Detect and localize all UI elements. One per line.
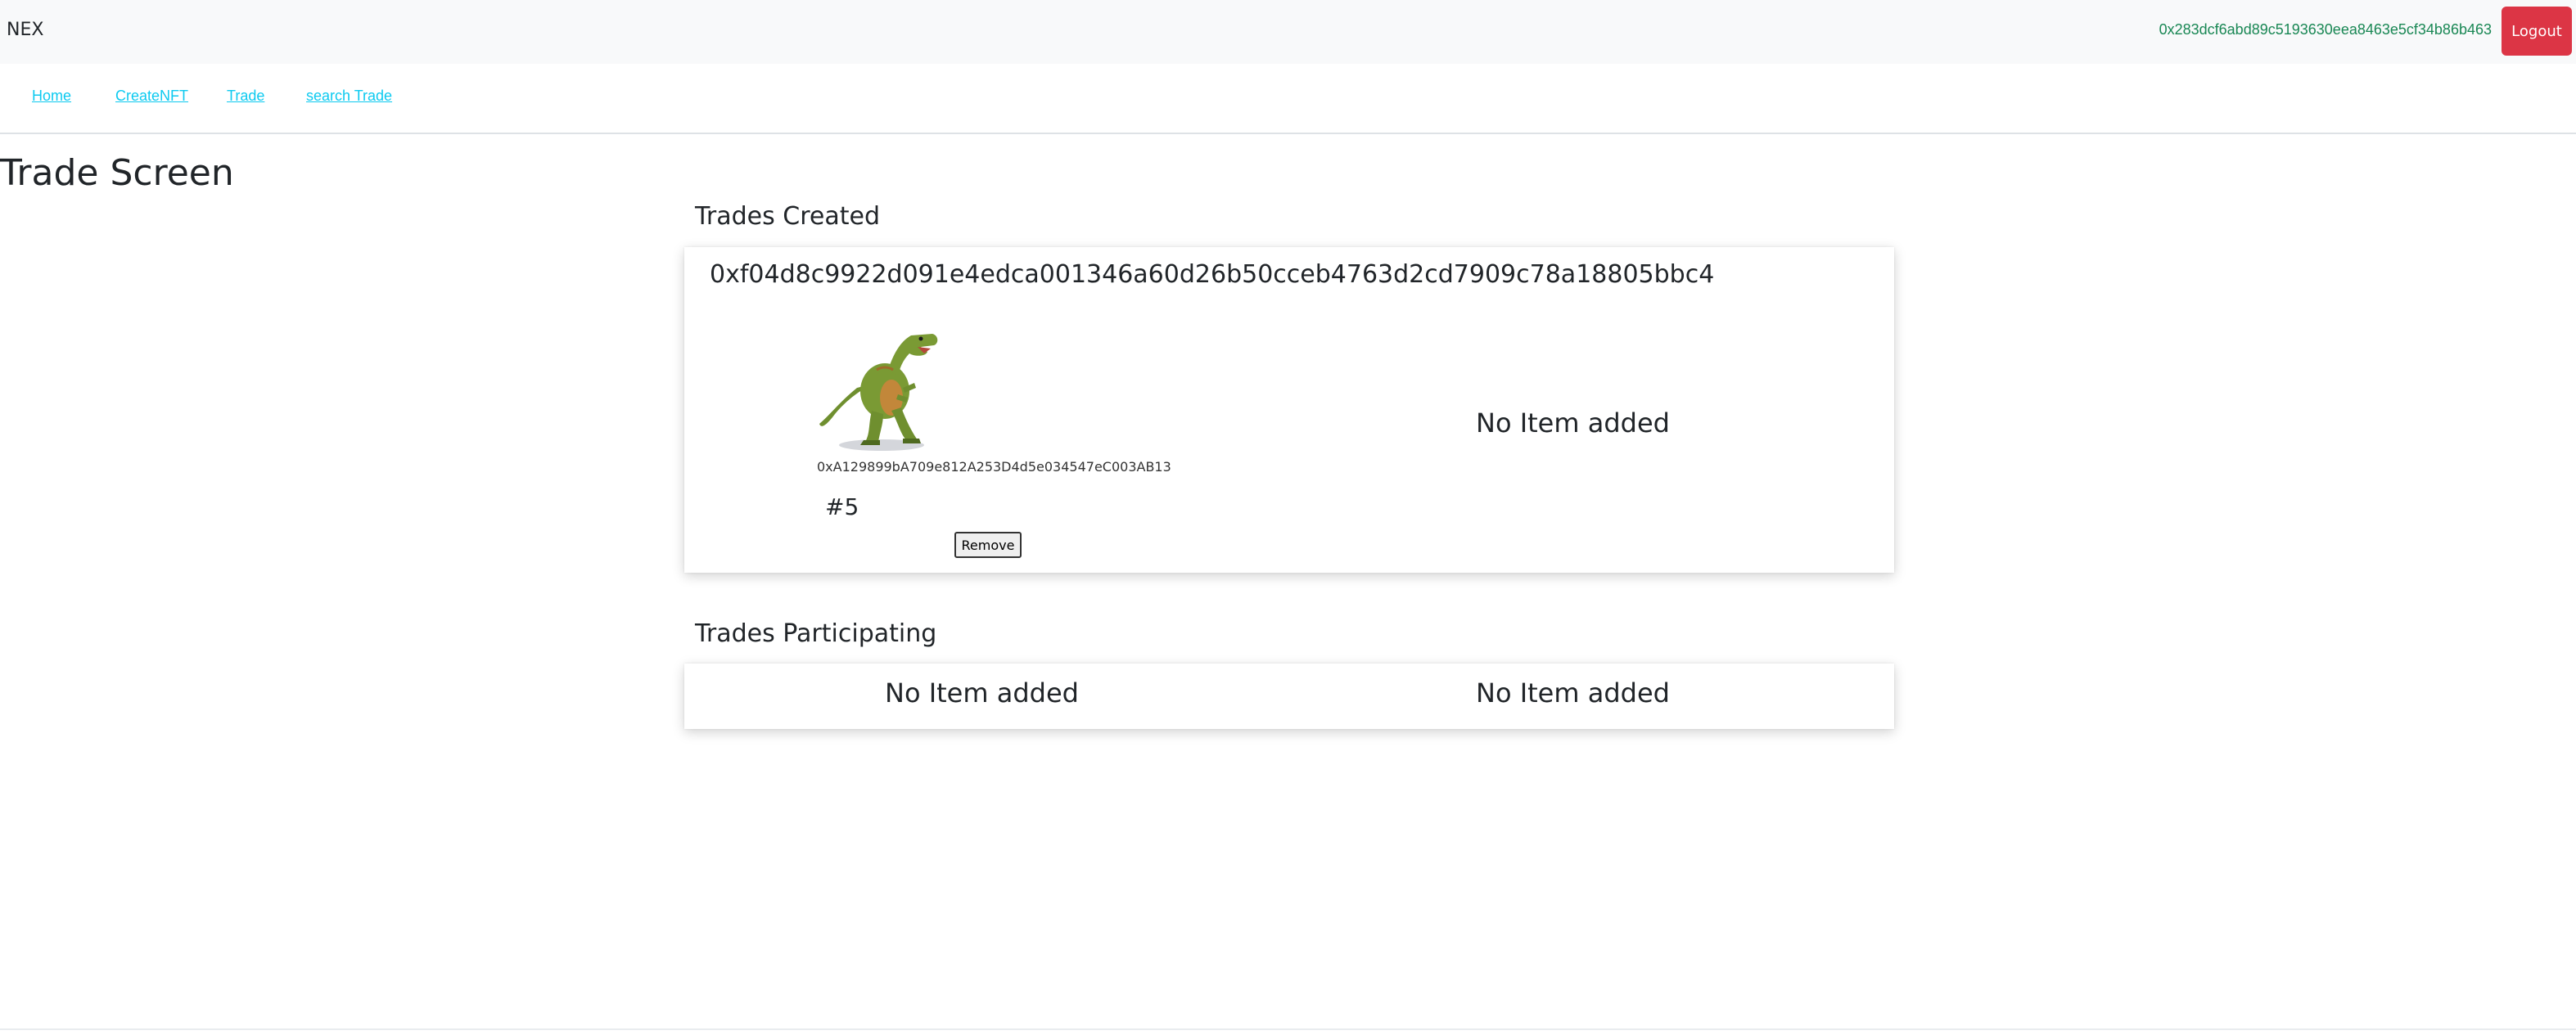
connected-account-address: 0x283dcf6abd89c5193630eea8463e5cf34b86b4… — [2159, 21, 2492, 38]
nft-dinosaur-image — [819, 334, 938, 451]
participating-right-empty-label: No Item added — [1476, 677, 1670, 709]
remove-item-button[interactable]: Remove — [954, 532, 1022, 558]
main-nav: Home CreateNFT Trade search Trade — [0, 64, 2576, 134]
top-navbar: NEX 0x283dcf6abd89c5193630eea8463e5cf34b… — [0, 0, 2576, 64]
logout-button[interactable]: Logout — [2502, 7, 2572, 56]
participating-trade-card: No Item added No Item added — [684, 664, 1894, 729]
brand-name[interactable]: NEX — [7, 18, 43, 43]
trade-id: 0xf04d8c9922d091e4edca001346a60d26b50cce… — [710, 260, 1715, 289]
trade-card: 0xf04d8c9922d091e4edca001346a60d26b50cce… — [684, 247, 1894, 573]
nft-contract-address: 0xA129899bA709e812A253D4d5e034547eC003AB… — [817, 459, 1171, 475]
requested-items-empty-label: No Item added — [1476, 407, 1670, 439]
nav-link-home[interactable]: Home — [32, 86, 71, 106]
footer-divider — [0, 1028, 2576, 1030]
participating-left-empty-label: No Item added — [885, 677, 1079, 709]
nav-link-create-nft[interactable]: CreateNFT — [115, 86, 188, 106]
nav-link-trade[interactable]: Trade — [227, 86, 264, 106]
nav-link-search-trade[interactable]: search Trade — [306, 86, 392, 106]
trades-participating-heading: Trades Participating — [695, 619, 937, 648]
trades-created-heading: Trades Created — [695, 202, 881, 231]
nft-token-id: #5 — [825, 493, 859, 520]
page-title: Trade Screen — [0, 152, 234, 194]
